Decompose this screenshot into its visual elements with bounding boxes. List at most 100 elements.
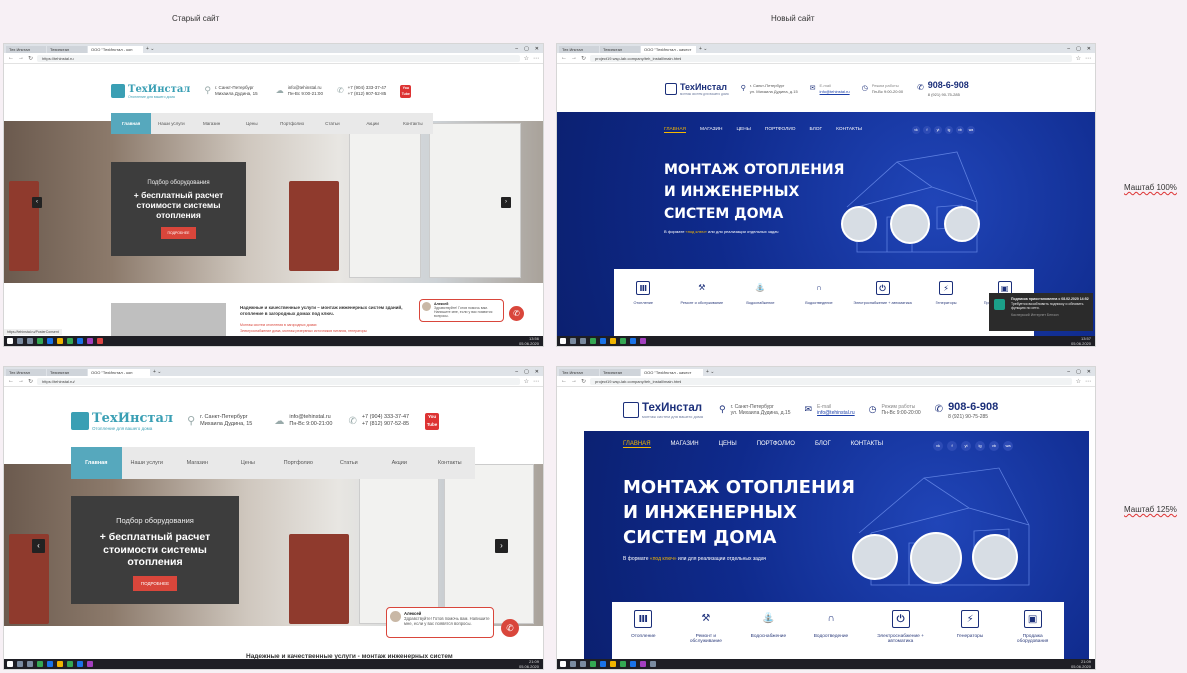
- menu-icon[interactable]: ⋯: [1085, 55, 1091, 62]
- header-phone-alt[interactable]: 8 (921) 90-75-285: [928, 92, 969, 97]
- site-logo[interactable]: ТехИнстал монтаж систем для вашего дома: [623, 402, 703, 419]
- url-input[interactable]: project19.wsp-lab.company/teh_install/ma…: [590, 54, 1072, 62]
- hero-more-button[interactable]: ПОДРОБНЕЕ: [161, 226, 196, 239]
- nav-item-home[interactable]: Главная: [71, 447, 122, 479]
- site-logo[interactable]: ТехИнстал Отопление для вашего дома: [71, 411, 173, 431]
- facebook-icon[interactable]: f: [923, 126, 931, 134]
- site-logo[interactable]: ТехИнстал монтаж систем для вашего дома: [665, 82, 729, 96]
- settings-icon[interactable]: [650, 661, 656, 667]
- back-icon[interactable]: ←: [8, 378, 14, 384]
- service-equipment[interactable]: ▣Продажа оборудования: [1007, 610, 1059, 644]
- windows-start-icon[interactable]: [560, 338, 566, 344]
- forward-icon[interactable]: →: [18, 378, 24, 384]
- new-tab-icon[interactable]: + ⌄: [146, 46, 155, 53]
- windows-start-icon[interactable]: [560, 661, 566, 667]
- nav-item-shop[interactable]: Магазин: [172, 447, 223, 479]
- hero-more-button[interactable]: ПОДРОБНЕЕ: [132, 575, 178, 591]
- header-email[interactable]: info@tehinstal.ru: [817, 410, 855, 417]
- header-phone-2[interactable]: +7 (812) 907-52-85: [362, 421, 409, 428]
- service-generators[interactable]: ⚡ Генераторы: [921, 281, 971, 305]
- whatsapp-icon[interactable]: wa: [1003, 441, 1013, 451]
- url-input[interactable]: project19.wsp-lab.company/teh_install/ma…: [590, 377, 1072, 385]
- nav-item-services[interactable]: Наши услуги: [122, 447, 173, 479]
- windows-start-icon[interactable]: [7, 661, 13, 667]
- window-controls[interactable]: – ▢ ✕: [1067, 45, 1095, 53]
- nav-item-promo[interactable]: Акции: [353, 113, 393, 134]
- forward-icon[interactable]: →: [571, 378, 577, 384]
- slider-next-icon[interactable]: ›: [495, 539, 508, 553]
- folder-icon[interactable]: [610, 661, 616, 667]
- new-tab-icon[interactable]: + ⌄: [699, 46, 708, 53]
- folder-icon[interactable]: [57, 661, 63, 667]
- nav-item-home[interactable]: ГЛАВНАЯ: [623, 441, 651, 448]
- excel-icon[interactable]: [67, 338, 73, 344]
- reload-icon[interactable]: ↻: [28, 55, 33, 62]
- search-icon[interactable]: [17, 661, 23, 667]
- chat-widget[interactable]: Алексей Здравствуйте! Готов помочь вам. Н…: [419, 299, 504, 322]
- app-icon[interactable]: [640, 338, 646, 344]
- window-controls[interactable]: – ▢ ✕: [515, 45, 543, 53]
- service-water[interactable]: ⛲ Водоснабжение: [742, 610, 794, 639]
- app-icon[interactable]: [87, 661, 93, 667]
- nav-item-promo[interactable]: Акции: [374, 447, 425, 479]
- nav-item-contacts[interactable]: КОНТАКТЫ: [851, 441, 883, 448]
- service-water[interactable]: ⛲ Водоснабжение: [735, 281, 785, 305]
- whatsapp-icon[interactable]: wa: [967, 126, 975, 134]
- nav-item-portfolio[interactable]: Портфолио: [273, 447, 324, 479]
- browser-tab-active[interactable]: ООО "ТехИнстал - качест: [641, 46, 696, 53]
- reload-icon[interactable]: ↻: [581, 55, 586, 62]
- whatsapp-icon[interactable]: [37, 661, 43, 667]
- nav-item-articles[interactable]: Статьи: [324, 447, 375, 479]
- nav-item-prices[interactable]: ЦЕНЫ: [719, 441, 737, 448]
- browser-tab-active[interactable]: ООО "ТехИнстал - кон: [88, 46, 143, 53]
- edge-icon[interactable]: [630, 338, 636, 344]
- taskview-icon[interactable]: [27, 661, 33, 667]
- header-phone-1[interactable]: +7 (904) 333-37-47: [362, 414, 409, 421]
- youtube-icon[interactable]: You Tube: [400, 84, 412, 98]
- nav-item-portfolio[interactable]: Портфолио: [272, 113, 312, 134]
- instagram-icon[interactable]: ig: [975, 441, 985, 451]
- nav-item-prices[interactable]: ЦЕНЫ: [736, 127, 750, 133]
- new-tab-icon[interactable]: + ⌄: [153, 369, 162, 376]
- nav-item-home[interactable]: ГЛАВНАЯ: [664, 127, 687, 133]
- nav-item-blog[interactable]: БЛОГ: [815, 441, 831, 448]
- window-controls[interactable]: – ▢ ✕: [515, 368, 543, 376]
- back-icon[interactable]: ←: [561, 55, 567, 61]
- nav-item-shop[interactable]: Магазин: [192, 113, 232, 134]
- search-icon[interactable]: [17, 338, 23, 344]
- nav-item-prices[interactable]: Цены: [232, 113, 272, 134]
- browser-tab[interactable]: Тех Инстал: [559, 46, 599, 53]
- service-repair[interactable]: ⚒ Ремонт и обслуживание: [680, 610, 732, 644]
- taskview-icon[interactable]: [580, 661, 586, 667]
- site-logo[interactable]: ТехИнстал Отопление для вашего дома: [111, 84, 190, 99]
- whatsapp-icon[interactable]: [37, 338, 43, 344]
- header-phone-2[interactable]: +7 (812) 907-52-85: [348, 91, 387, 97]
- service-heating[interactable]: Ⅲ Отопление: [618, 281, 668, 305]
- service-electric[interactable]: ⏻ Электроснабжение + автоматика: [853, 281, 913, 305]
- skype-icon[interactable]: [47, 661, 53, 667]
- reload-icon[interactable]: ↻: [28, 378, 33, 385]
- favorite-icon[interactable]: ☆: [1076, 55, 1081, 62]
- header-email[interactable]: info@tehinstal.ru: [289, 414, 332, 421]
- facebook-icon[interactable]: f: [947, 441, 957, 451]
- back-icon[interactable]: ←: [8, 55, 14, 61]
- url-input[interactable]: https://tehinstal.ru: [37, 54, 520, 62]
- service-drainage[interactable]: ∩ Водоотведение: [794, 281, 844, 305]
- app-icon[interactable]: [97, 338, 103, 344]
- nav-item-contacts[interactable]: Контакты: [393, 113, 433, 134]
- instagram-icon[interactable]: ig: [945, 126, 953, 134]
- taskbar-clock[interactable]: 21:09 05.06.2020: [519, 659, 543, 669]
- slider-prev-icon[interactable]: ‹: [32, 197, 42, 208]
- browser-tab[interactable]: Техинстал: [600, 46, 640, 53]
- browser-tab[interactable]: Техинстал: [600, 369, 640, 376]
- vk-icon[interactable]: vk: [933, 441, 943, 451]
- nav-item-portfolio[interactable]: ПОРТФОЛИО: [757, 441, 795, 448]
- favorite-icon[interactable]: ☆: [524, 378, 529, 385]
- favorite-icon[interactable]: ☆: [1076, 378, 1081, 385]
- taskbar-clock[interactable]: 21:09 05.06.2020: [1071, 659, 1095, 669]
- taskbar-clock[interactable]: 13:57 05.06.2020: [1071, 336, 1095, 346]
- slider-next-icon[interactable]: ›: [501, 197, 511, 208]
- whatsapp-icon[interactable]: [590, 661, 596, 667]
- forward-icon[interactable]: →: [571, 55, 577, 61]
- taskview-icon[interactable]: [27, 338, 33, 344]
